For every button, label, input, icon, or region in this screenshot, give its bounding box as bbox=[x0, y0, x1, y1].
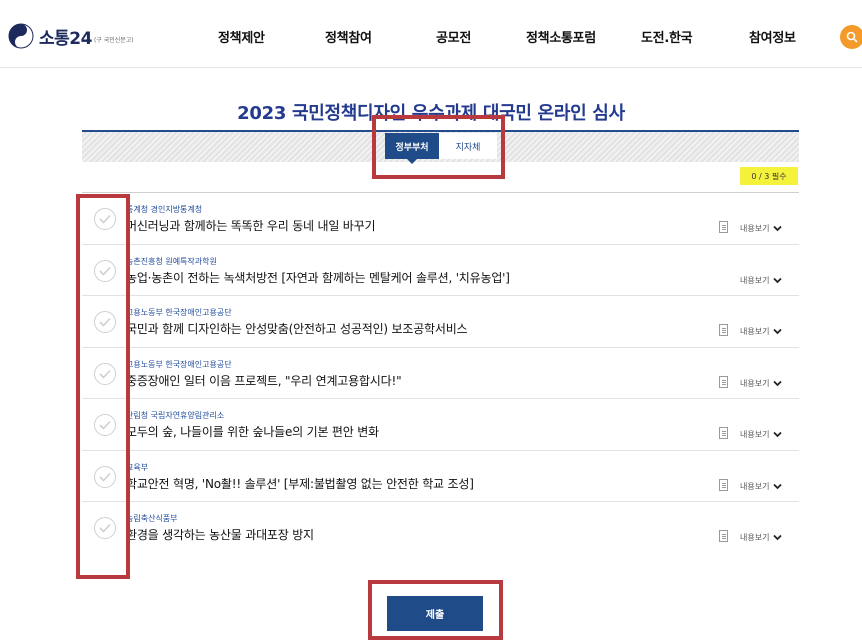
item-title: 머신러닝과 함께하는 똑똑한 우리 동네 내일 바꾸기 bbox=[126, 219, 376, 233]
selection-counter: 0 / 3 필수 bbox=[740, 167, 798, 185]
select-checkbox[interactable] bbox=[94, 259, 116, 282]
site-header: 소통24 (구 국민신문고) 정책제안 정책참여 공모전 정책소통포럼 도전.한… bbox=[0, 0, 862, 68]
list-item: 농촌진흥청 원예특작과학원 농업·농촌이 전하는 녹색처방전 [자연과 함께하는… bbox=[82, 245, 799, 296]
document-icon bbox=[719, 324, 728, 336]
view-details-label: 내용보기 bbox=[740, 378, 770, 388]
checkmark-icon bbox=[99, 369, 111, 379]
list-item: 농림축산식품부 환경을 생각하는 농산물 과대포장 방지 내용보기 bbox=[82, 502, 799, 554]
nav-contest[interactable]: 공모전 bbox=[436, 27, 471, 46]
item-organization: 농림축산식품부 bbox=[126, 514, 178, 523]
view-details-button[interactable]: 내용보기 bbox=[740, 223, 783, 234]
select-checkbox[interactable] bbox=[94, 362, 116, 385]
task-list: 통계청 경인지방통계청 머신러닝과 함께하는 똑똑한 우리 동네 내일 바꾸기 … bbox=[82, 193, 799, 554]
item-organization: 고용노동부 한국장애인고용공단 bbox=[126, 359, 232, 369]
select-checkbox[interactable] bbox=[94, 517, 116, 539]
category-tabs: 정부부처 지자체 bbox=[385, 133, 497, 164]
nav-policy-forum[interactable]: 정책소통포럼 bbox=[526, 27, 596, 46]
item-title: 환경을 생각하는 농산물 과대포장 방지 bbox=[126, 528, 314, 542]
list-item: 고용노동부 한국장애인고용공단 국민과 함께 디자인하는 안성맞춤(안전하고 성… bbox=[82, 296, 799, 348]
nav-challenge-korea[interactable]: 도전.한국 bbox=[641, 27, 693, 46]
checkmark-icon bbox=[99, 317, 111, 327]
select-checkbox[interactable] bbox=[94, 208, 116, 230]
view-details-button[interactable]: 내용보기 bbox=[740, 326, 783, 337]
checkmark-icon bbox=[99, 420, 111, 430]
search-button[interactable] bbox=[840, 25, 862, 49]
view-details-label: 내용보기 bbox=[740, 327, 770, 336]
checkmark-icon bbox=[99, 266, 111, 276]
chevron-down-icon bbox=[773, 225, 783, 232]
item-title: 중증장애인 일터 이음 프로젝트, "우리 연계고용합시다!" bbox=[126, 373, 402, 388]
chevron-down-icon bbox=[773, 277, 783, 283]
chevron-down-icon bbox=[773, 483, 783, 489]
list-item: 교육부 학교안전 혁명, 'No촬!! 솔루션' [부제:불법촬영 없는 안전한… bbox=[82, 451, 799, 502]
view-details-label: 내용보기 bbox=[740, 430, 770, 439]
chevron-down-icon bbox=[773, 328, 783, 335]
select-checkbox[interactable] bbox=[94, 311, 116, 333]
page-title: 2023 국민정책디자인 우수과제 대국민 온라인 심사 bbox=[237, 103, 625, 124]
list-item: 고용노동부 한국장애인고용공단 중증장애인 일터 이음 프로젝트, "우리 연계… bbox=[82, 348, 799, 399]
list-item: 통계청 경인지방통계청 머신러닝과 함께하는 똑똑한 우리 동네 내일 바꾸기 … bbox=[82, 193, 799, 245]
list-item: 산림청 국립자연휴양림관리소 모두의 숲, 나들이를 위한 숲나들e의 기본 편… bbox=[82, 399, 799, 451]
item-organization: 농촌진흥청 원예특작과학원 bbox=[126, 256, 217, 266]
view-details-label: 내용보기 bbox=[740, 275, 770, 285]
view-details-button[interactable]: 내용보기 bbox=[740, 378, 783, 389]
checkmark-icon bbox=[99, 472, 111, 482]
view-details-label: 내용보기 bbox=[740, 533, 770, 542]
search-icon bbox=[846, 31, 858, 43]
document-icon bbox=[719, 375, 728, 388]
chevron-down-icon bbox=[773, 380, 783, 386]
chevron-down-icon bbox=[773, 534, 783, 541]
checkmark-icon bbox=[99, 523, 111, 533]
tab-local-government[interactable]: 지자체 bbox=[439, 133, 497, 159]
item-organization: 고용노동부 한국장애인고용공단 bbox=[126, 308, 232, 317]
submit-button[interactable]: 제출 bbox=[387, 596, 483, 631]
tab-government-ministry[interactable]: 정부부처 bbox=[385, 133, 439, 164]
view-details-label: 내용보기 bbox=[740, 481, 770, 491]
checkmark-icon bbox=[99, 214, 111, 224]
document-icon bbox=[719, 427, 728, 439]
select-checkbox[interactable] bbox=[94, 465, 116, 488]
item-title: 모두의 숲, 나들이를 위한 숲나들e의 기본 편안 변화 bbox=[126, 425, 379, 439]
document-icon bbox=[719, 478, 728, 491]
view-details-button[interactable]: 내용보기 bbox=[740, 429, 783, 440]
item-title: 국민과 함께 디자인하는 안성맞춤(안전하고 성공적인) 보조공학서비스 bbox=[126, 322, 468, 336]
view-details-button[interactable]: 내용보기 bbox=[740, 275, 783, 286]
document-icon bbox=[719, 530, 728, 542]
chevron-down-icon bbox=[773, 431, 783, 438]
document-icon bbox=[719, 221, 728, 233]
item-title: 농업·농촌이 전하는 녹색처방전 [자연과 함께하는 멘탈케어 솔루션, '치유… bbox=[126, 270, 510, 285]
main-nav: 정책제안 정책참여 공모전 정책소통포럼 도전.한국 참여정보 bbox=[0, 27, 862, 47]
nav-policy-proposal[interactable]: 정책제안 bbox=[218, 27, 265, 46]
nav-participation-info[interactable]: 참여정보 bbox=[749, 27, 796, 46]
select-checkbox[interactable] bbox=[94, 414, 116, 436]
nav-policy-participation[interactable]: 정책참여 bbox=[325, 27, 372, 46]
item-organization: 통계청 경인지방통계청 bbox=[126, 205, 203, 214]
view-details-label: 내용보기 bbox=[740, 224, 770, 233]
item-organization: 교육부 bbox=[126, 462, 149, 472]
view-details-button[interactable]: 내용보기 bbox=[740, 532, 783, 543]
item-organization: 산림청 국립자연휴양림관리소 bbox=[126, 411, 225, 420]
item-title: 학교안전 혁명, 'No촬!! 솔루션' [부제:불법촬영 없는 안전한 학교 … bbox=[126, 476, 474, 491]
view-details-button[interactable]: 내용보기 bbox=[740, 481, 783, 492]
